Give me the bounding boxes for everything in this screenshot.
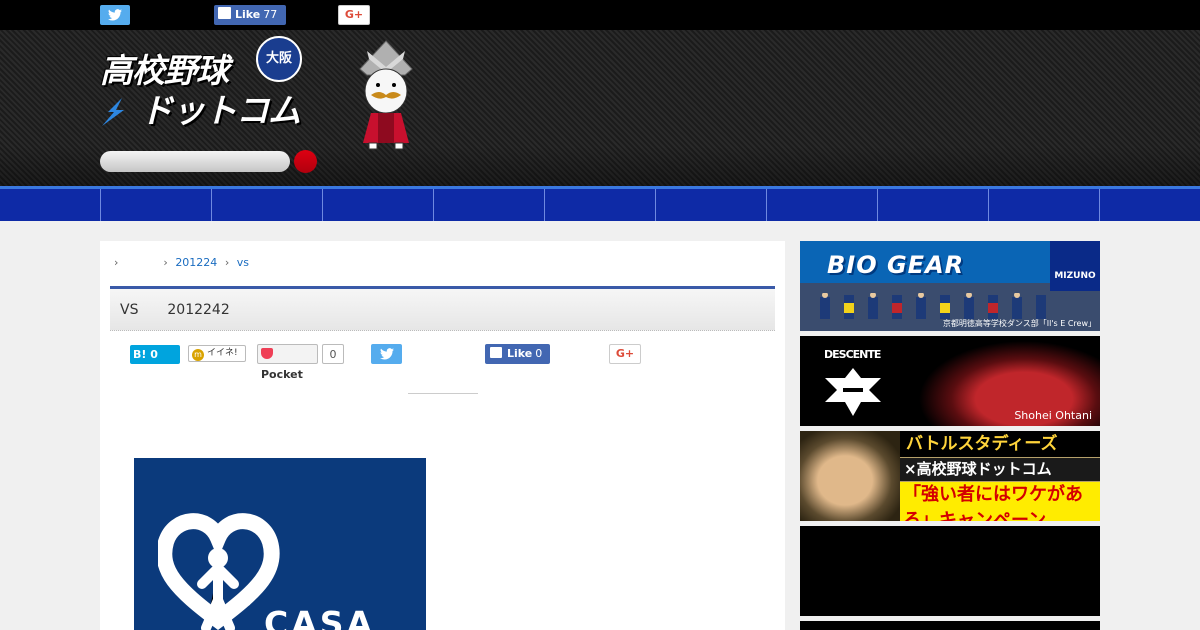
- twitter-bird-icon: [380, 348, 394, 360]
- breadcrumb-item-3[interactable]: vs: [237, 256, 249, 269]
- thumbs-up-icon: [490, 347, 502, 358]
- google-plus-share-button[interactable]: G+: [609, 344, 641, 364]
- banner-caption: 京都明徳高等学校ダンス部「Il's E Crew」: [942, 319, 1096, 328]
- nav-item-1[interactable]: [100, 189, 211, 221]
- nav-item-4[interactable]: [433, 189, 544, 221]
- article-title: VS 2012242: [110, 286, 775, 331]
- nav-item-3[interactable]: [322, 189, 433, 221]
- mixi-label: イイネ!: [207, 348, 238, 358]
- descente-logo-icon: [825, 368, 881, 416]
- sidebar-banner-battle-studies[interactable]: バトルスタディーズ ×高校野球ドットコム 「強い者にはワケがある」キャンペーン: [800, 431, 1100, 521]
- main-content: › › 201224 › vs VS 2012242 B! 0 m イイネ! Po…: [100, 241, 785, 630]
- banner-mid-text: ×高校野球ドットコム: [900, 458, 1100, 481]
- global-nav: [0, 186, 1200, 221]
- thumbs-up-icon: [218, 7, 231, 19]
- pocket-count: 0: [322, 344, 344, 364]
- nav-item-2[interactable]: [211, 189, 322, 221]
- sponsor-ad-image[interactable]: ® CASA: [134, 458, 426, 630]
- article-title-date: 2012242: [167, 302, 230, 318]
- sidebar-banner-next[interactable]: [800, 621, 1100, 630]
- mizuno-logo: MIZUNO: [1050, 241, 1100, 291]
- group-photo: [820, 293, 1046, 319]
- mixi-check-button[interactable]: m イイネ!: [188, 345, 246, 362]
- google-plus-button[interactable]: G+: [338, 5, 370, 25]
- chevron-right-icon: ›: [224, 256, 230, 269]
- banner-title: BIO GEAR: [827, 251, 965, 279]
- sidebar-banner-blank[interactable]: [800, 526, 1100, 616]
- breadcrumb-item-2[interactable]: 201224: [175, 256, 217, 269]
- site-header: 高校野球 ドットコム 大阪: [0, 30, 1200, 186]
- pocket-icon: [261, 348, 273, 359]
- site-logo[interactable]: 高校野球 ドットコム 大阪: [100, 36, 310, 130]
- hatena-icon: B!: [133, 348, 147, 361]
- twitter-button[interactable]: [100, 5, 130, 25]
- pocket-label: Pocket: [261, 368, 303, 381]
- manga-character-image: [800, 431, 900, 521]
- fb-like-count: 0: [535, 347, 543, 360]
- twitter-bird-icon: [108, 9, 122, 21]
- facebook-like-share-button[interactable]: Like 0: [485, 344, 550, 364]
- fb-like-label: Like: [235, 8, 261, 21]
- fb-like-count: 77: [263, 8, 278, 21]
- athlete-name: Shohei Ohtani: [1014, 409, 1092, 422]
- nav-item-6[interactable]: [655, 189, 766, 221]
- mascot-character-icon: [359, 40, 413, 150]
- nav-item-9[interactable]: [988, 189, 1099, 221]
- search-button[interactable]: [294, 150, 317, 173]
- registered-mark: ®: [242, 598, 252, 609]
- top-social-bar: Like 77 G+: [0, 0, 1200, 30]
- banner-top-text: バトルスタディーズ: [900, 431, 1100, 457]
- mixi-icon: m: [192, 349, 204, 361]
- pocket-button[interactable]: Pocket: [257, 344, 318, 381]
- facebook-like-button[interactable]: Like 77: [214, 5, 286, 25]
- sidebar-banner-biogear[interactable]: BIO GEAR MIZUNO 京都明徳高等学校ダンス部「Il's E Crew…: [800, 241, 1100, 331]
- nav-item-7[interactable]: [766, 189, 877, 221]
- descente-logo-text: DESCENTE: [824, 348, 881, 361]
- search-input[interactable]: [100, 151, 290, 172]
- hatena-bookmark-button[interactable]: B! 0: [130, 345, 180, 364]
- ad-brand-text: CASA: [264, 604, 376, 630]
- chevron-right-icon: ›: [114, 256, 119, 269]
- content-divider: [408, 393, 478, 394]
- nav-item-5[interactable]: [544, 189, 655, 221]
- breadcrumb: › › 201224 › vs: [110, 253, 249, 273]
- logo-line-2: ドットコム: [140, 91, 301, 130]
- hatena-count: 0: [150, 348, 158, 361]
- nav-divider: [1099, 189, 1100, 221]
- twitter-share-button[interactable]: [371, 344, 402, 364]
- fb-like-label: Like: [507, 347, 533, 360]
- article-title-vs: VS: [120, 302, 139, 318]
- region-badge: 大阪: [256, 36, 302, 82]
- banner-bottom-text: 「強い者にはワケがある」キャンペーン: [900, 482, 1100, 521]
- sidebar-banner-descente[interactable]: DESCENTE Shohei Ohtani: [800, 336, 1100, 426]
- lightning-icon: [102, 98, 124, 126]
- nav-item-8[interactable]: [877, 189, 988, 221]
- chevron-right-icon: ›: [163, 256, 168, 269]
